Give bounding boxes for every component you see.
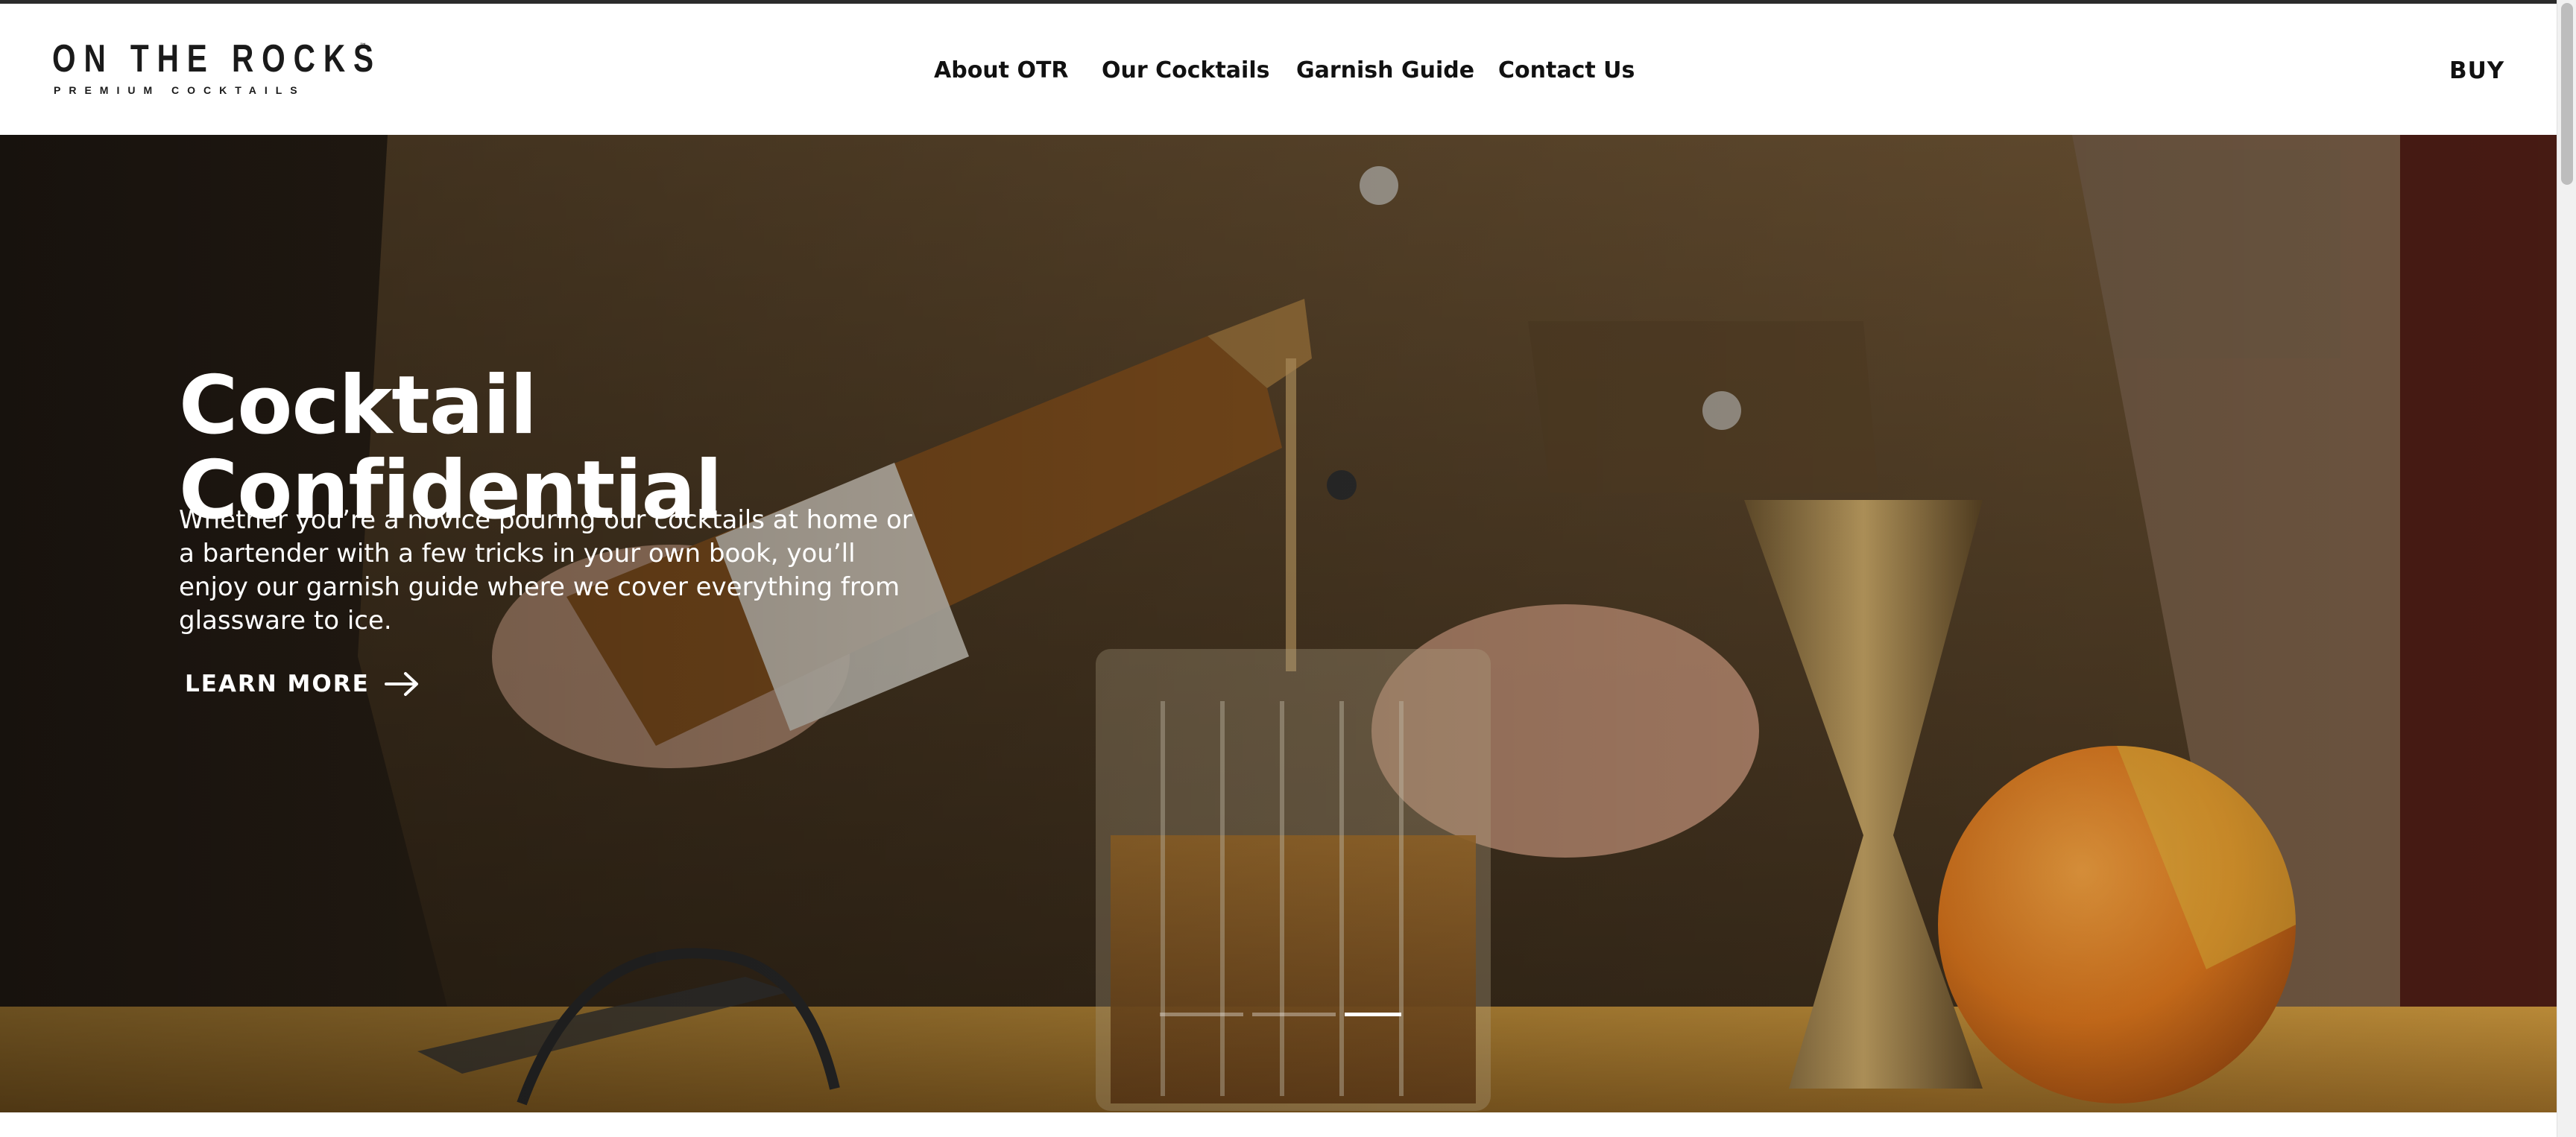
hero-description: Whether you’re a novice pouring our cock… — [179, 505, 912, 636]
arrow-right-icon — [384, 672, 418, 696]
nav-garnish-guide[interactable]: Garnish Guide — [1296, 56, 1474, 86]
site-header: ON THE ROCKS ™ PREMIUM COCKTAILS About O… — [0, 4, 2557, 135]
hero-section: Cocktail Confidential Whether you’re a n… — [0, 135, 2557, 1112]
slider-dot-3-active[interactable] — [1345, 1013, 1401, 1016]
nav-our-cocktails[interactable]: Our Cocktails — [1102, 56, 1269, 86]
nav-contact-us[interactable]: Contact Us — [1498, 56, 1635, 86]
logo-wordmark: ON THE ROCKS — [52, 37, 382, 80]
slider-dot-2[interactable] — [1252, 1013, 1336, 1016]
logo-tagline: PREMIUM COCKTAILS — [54, 84, 306, 96]
hero-title-line-1: Cocktail — [179, 359, 537, 453]
brand-logo[interactable]: ON THE ROCKS ™ PREMIUM COCKTAILS — [52, 37, 382, 101]
page-scrollbar[interactable] — [2557, 0, 2576, 1137]
scrollbar-thumb[interactable] — [2561, 3, 2573, 185]
nav-about-otr[interactable]: About OTR — [934, 56, 1069, 86]
buy-button[interactable]: BUY — [2449, 56, 2504, 86]
learn-more-link[interactable]: LEARN MORE — [185, 665, 419, 703]
logo-trademark: ™ — [359, 42, 367, 51]
learn-more-label: LEARN MORE — [185, 671, 370, 697]
page-below-hero — [0, 1112, 2557, 1137]
slider-dot-1[interactable] — [1160, 1013, 1243, 1016]
